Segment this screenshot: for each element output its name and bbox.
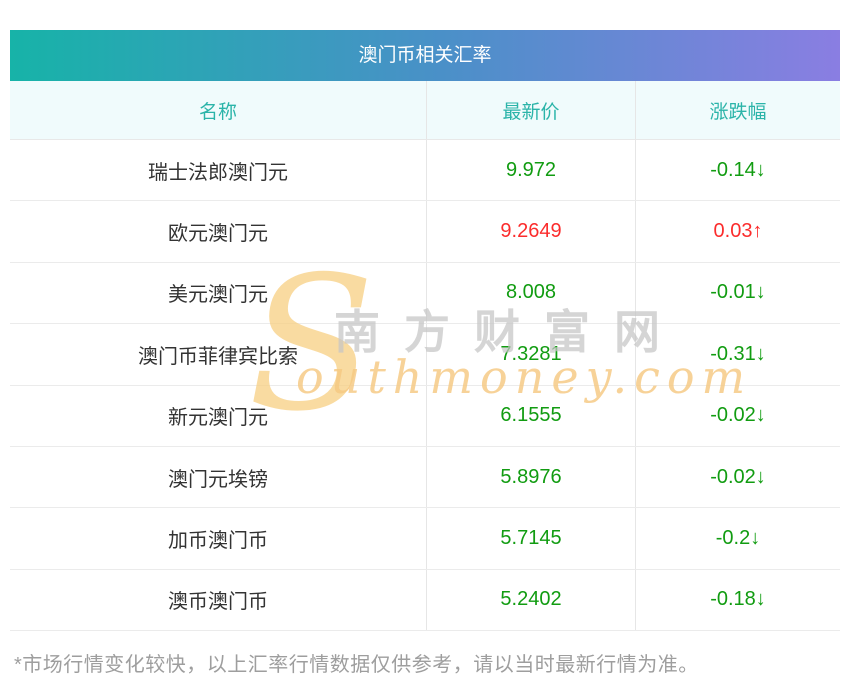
row-change: -0.02↓ [635, 385, 840, 446]
row-name: 澳币澳门币 [168, 591, 268, 614]
price-value: 9.972 [505, 158, 557, 181]
row-change: -0.31↓ [635, 324, 840, 385]
row-price: 5.8976 [426, 446, 635, 508]
column-header-change: 涨跌幅 [635, 81, 840, 139]
row-change: -0.2↓ [635, 508, 840, 569]
table-row: 加币澳门币 5.7145 -0.2↓ [10, 508, 840, 570]
row-price: 9.972 [426, 140, 635, 201]
change-value: -0.02↓ [710, 404, 766, 427]
row-change: 0.03↑ [635, 201, 840, 262]
row-price: 9.2649 [426, 201, 635, 262]
change-value: -0.14↓ [710, 158, 766, 181]
table-row: 美元澳门元 8.008 -0.01↓ [10, 262, 840, 325]
table-row: 澳门币菲律宾比索 7.3281 -0.31↓ [10, 324, 840, 386]
disclaimer-footnote: *市场行情变化较快，以上汇率行情数据仅供参考，请以当时最新行情为准。 [14, 654, 699, 676]
row-name: 澳门元埃镑 [168, 468, 268, 491]
row-price: 5.2402 [426, 569, 635, 630]
price-value: 7.3281 [500, 342, 562, 365]
row-name: 美元澳门元 [168, 284, 268, 307]
change-value: -0.02↓ [710, 465, 766, 488]
exchange-rate-table: 澳门币相关汇率 名称 最新价 涨跌幅 瑞士法郎澳门元 9.972 -0.14↓ … [10, 30, 840, 631]
row-price: 8.008 [426, 262, 635, 324]
row-price: 6.1555 [426, 385, 635, 446]
row-name: 瑞士法郎澳门元 [148, 161, 288, 184]
price-value: 9.2649 [500, 220, 562, 243]
change-value: -0.2↓ [715, 526, 761, 549]
column-header-name: 名称 [198, 101, 237, 123]
price-value: 5.7145 [500, 526, 562, 549]
table-row: 澳币澳门币 5.2402 -0.18↓ [10, 569, 840, 631]
price-value: 8.008 [505, 281, 557, 304]
change-value: 0.03↑ [713, 220, 763, 243]
row-name: 欧元澳门元 [168, 223, 268, 246]
change-value: -0.31↓ [710, 342, 766, 365]
table-row: 新元澳门元 6.1555 -0.02↓ [10, 385, 840, 447]
row-change: -0.02↓ [635, 446, 840, 508]
row-change: -0.14↓ [635, 140, 840, 201]
change-value: -0.01↓ [710, 281, 766, 304]
row-change: -0.01↓ [635, 262, 840, 324]
row-price: 5.7145 [426, 508, 635, 569]
price-value: 6.1555 [500, 404, 562, 427]
change-value: -0.18↓ [710, 588, 766, 611]
price-value: 5.8976 [500, 465, 562, 488]
table-body: 瑞士法郎澳门元 9.972 -0.14↓ 欧元澳门元 9.2649 0.03↑ … [10, 140, 840, 631]
row-name: 新元澳门元 [168, 407, 268, 430]
price-value: 5.2402 [500, 588, 562, 611]
table-header-row: 名称 最新价 涨跌幅 [10, 81, 840, 140]
table-row: 欧元澳门元 9.2649 0.03↑ [10, 201, 840, 263]
table-row: 澳门元埃镑 5.8976 -0.02↓ [10, 446, 840, 509]
column-header-price: 最新价 [426, 81, 635, 139]
table-row: 瑞士法郎澳门元 9.972 -0.14↓ [10, 140, 840, 202]
table-title: 澳门币相关汇率 [10, 30, 840, 81]
row-name: 澳门币菲律宾比索 [138, 345, 298, 368]
row-change: -0.18↓ [635, 569, 840, 630]
row-name: 加币澳门币 [168, 529, 268, 552]
row-price: 7.3281 [426, 324, 635, 385]
